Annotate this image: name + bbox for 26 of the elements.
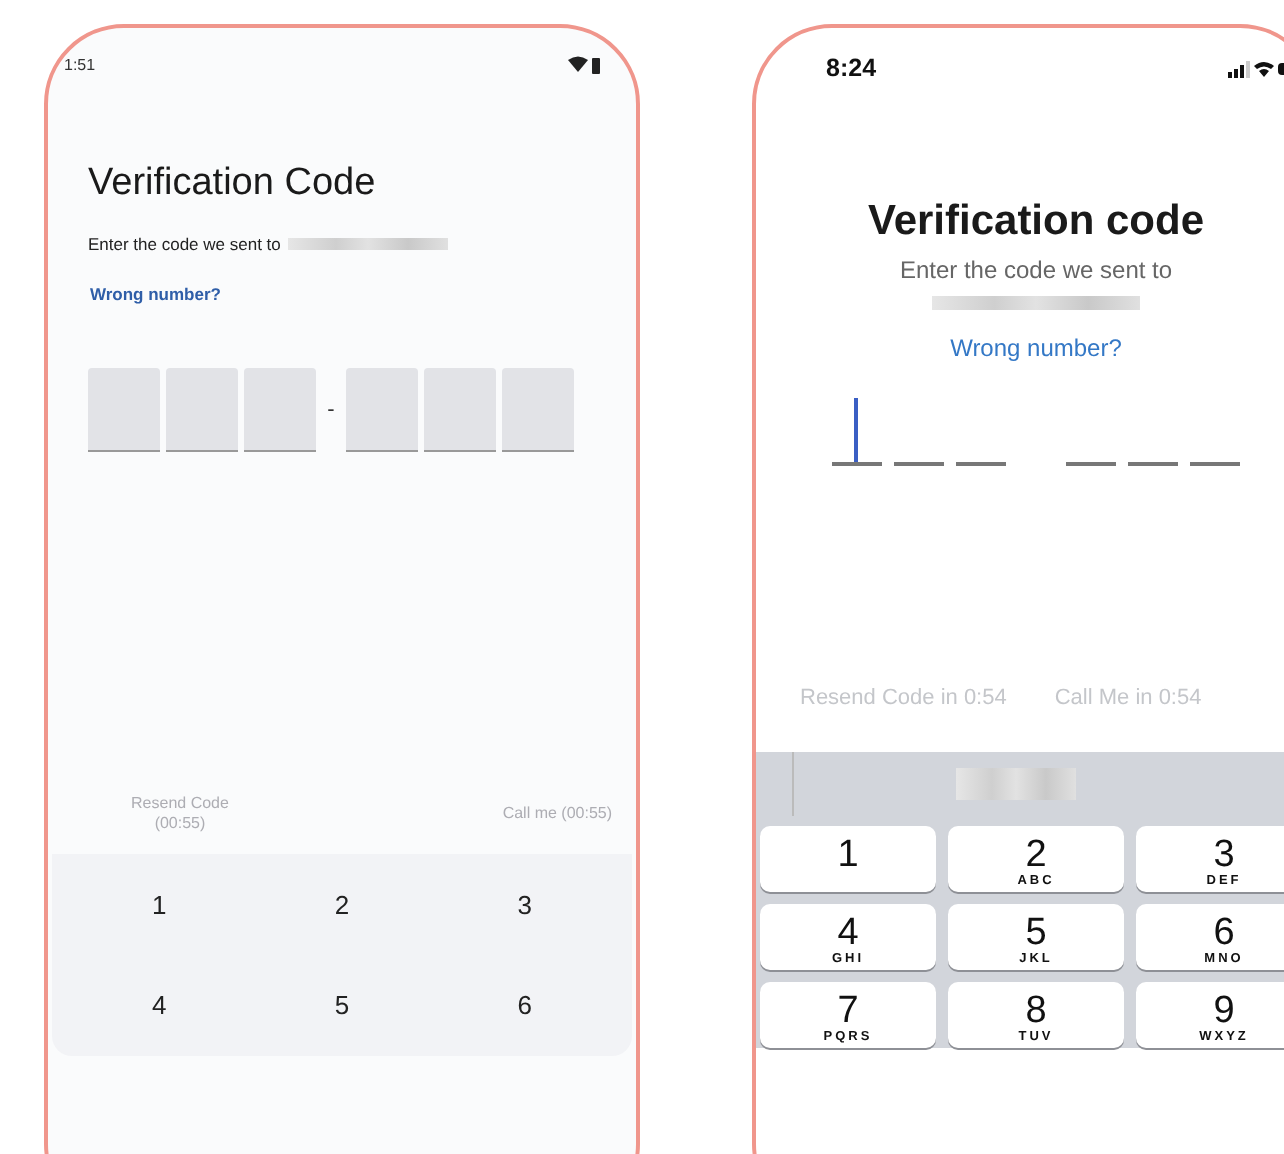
screen-title: Verification code bbox=[865, 196, 1207, 248]
redacted-suggestion bbox=[955, 768, 1075, 800]
code-digit-field[interactable] bbox=[502, 368, 574, 452]
instruction-text: Enter the code we sent to bbox=[897, 254, 1175, 286]
code-digit-field[interactable] bbox=[166, 368, 238, 452]
keypad-key[interactable]: 4 bbox=[68, 954, 251, 1054]
wrong-number-link[interactable]: Wrong number? bbox=[950, 334, 1122, 362]
code-separator: - bbox=[325, 396, 337, 426]
screen-title: Verification Code bbox=[88, 160, 378, 208]
wifi-battery-icon bbox=[568, 55, 600, 73]
keypad-key[interactable]: 1 bbox=[68, 854, 251, 954]
keypad-key[interactable]: 5 bbox=[250, 954, 434, 1054]
keyboard-key[interactable]: 1 bbox=[760, 826, 936, 892]
signal-wifi-battery-icon bbox=[1228, 59, 1284, 77]
code-digit-field[interactable] bbox=[346, 368, 418, 452]
code-digit-field[interactable] bbox=[244, 368, 316, 452]
instruction-text: Enter the code we sent to bbox=[88, 234, 281, 254]
code-digit-field[interactable] bbox=[424, 368, 496, 452]
keypad-key[interactable]: 3 bbox=[433, 854, 616, 954]
wrong-number-link[interactable]: Wrong number? bbox=[90, 284, 221, 304]
code-digit-field[interactable] bbox=[832, 398, 882, 466]
status-time: 1:51 bbox=[64, 55, 96, 73]
status-time: 8:24 bbox=[826, 54, 877, 82]
keypad-key[interactable]: 2 bbox=[250, 854, 434, 954]
code-digit-field[interactable] bbox=[88, 368, 160, 452]
keypad-key[interactable]: 6 bbox=[433, 954, 616, 1054]
